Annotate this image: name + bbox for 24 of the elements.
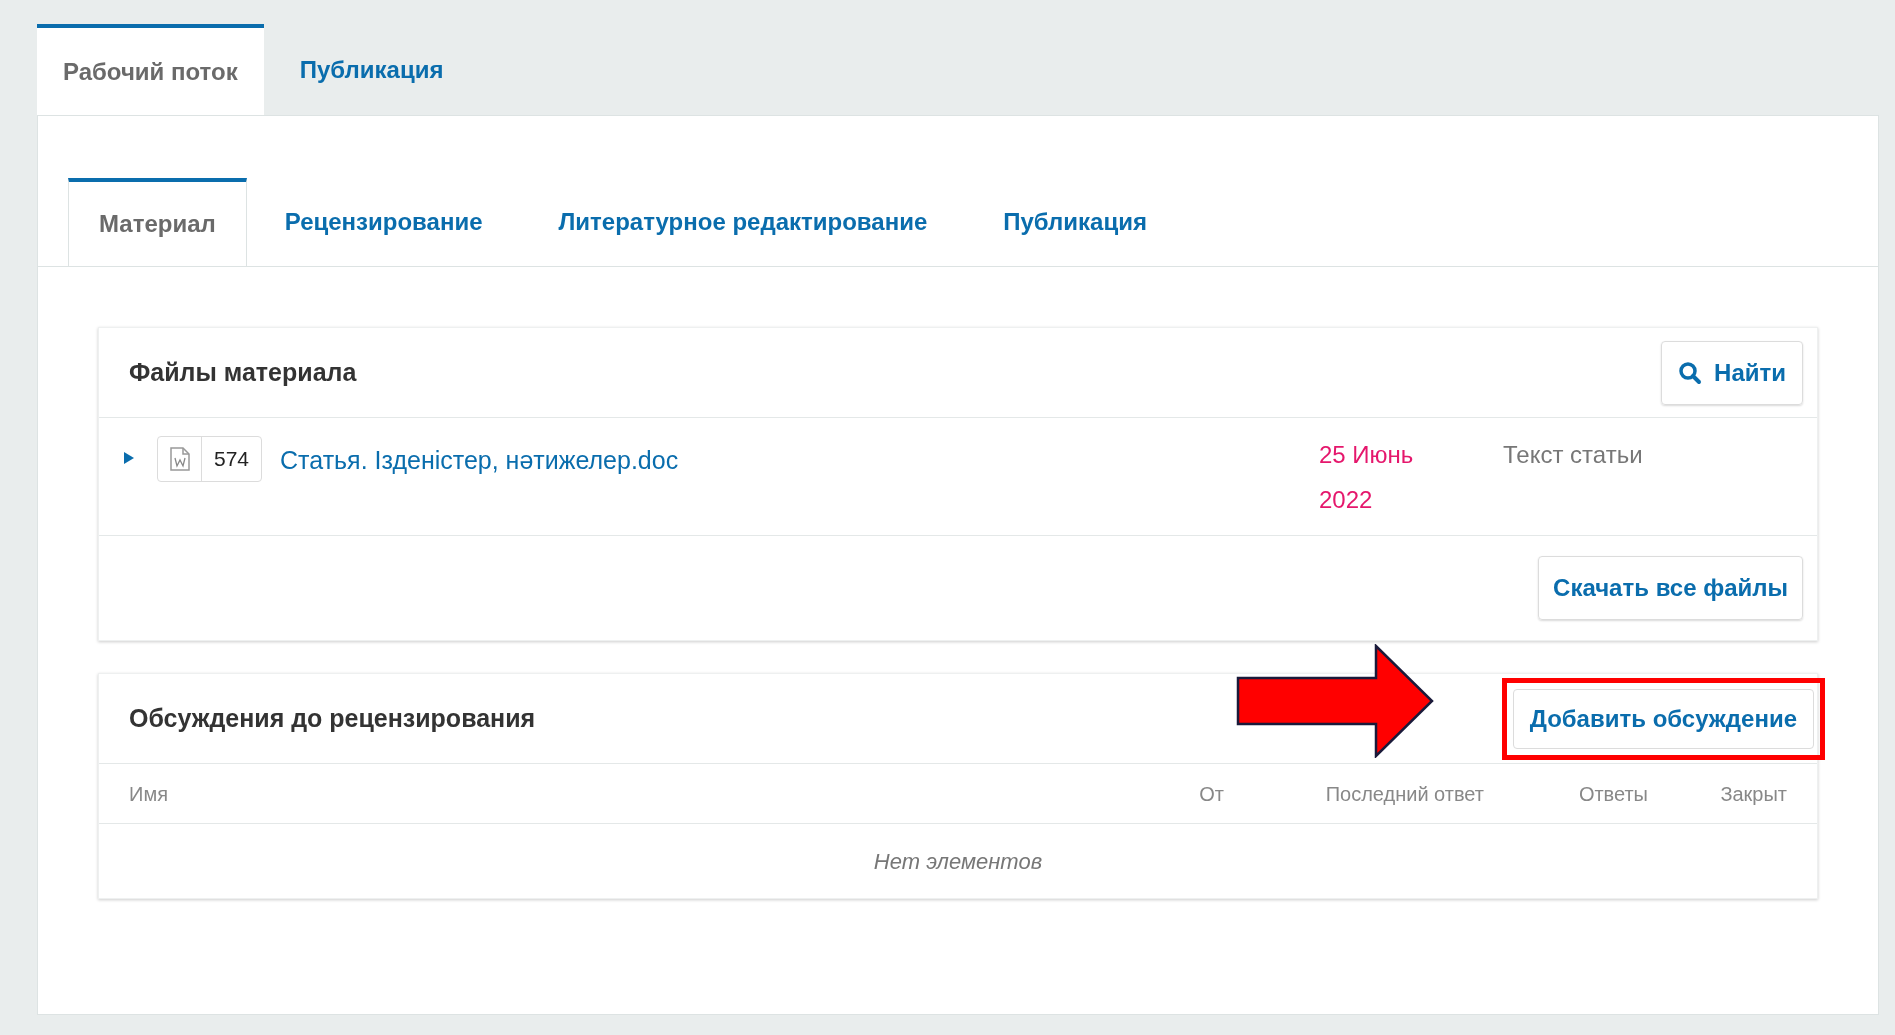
- column-header: Последний ответ: [1324, 781, 1484, 807]
- column-header: Имя: [129, 781, 169, 807]
- file-id: 574: [213, 446, 251, 473]
- file-date: 25 Июнь 2022: [1319, 440, 1415, 515]
- search-button[interactable]: Найти: [1661, 340, 1803, 405]
- column-header: Ответы: [1577, 781, 1648, 807]
- column-header: Закрыт: [1719, 781, 1787, 807]
- empty-message: Нет элементов: [873, 847, 1043, 876]
- panel-title: Обсуждения до рецензирования: [129, 702, 536, 734]
- document-icon: [169, 447, 190, 471]
- caret-icon: [123, 451, 135, 465]
- column-header: От: [1198, 781, 1224, 807]
- workflow-tab[interactable]: Рабочий поток: [37, 24, 264, 115]
- file-type: Текст статьи: [1503, 440, 1644, 470]
- stage-tab[interactable]: Рецензирование: [246, 178, 521, 266]
- panel-title: Файлы материала: [129, 356, 357, 388]
- workflow-tab[interactable]: Публикация: [263, 24, 480, 115]
- stage-tab[interactable]: Литературное редактирование: [520, 178, 966, 266]
- download-all-button[interactable]: Скачать все файлы: [1538, 556, 1803, 620]
- search-icon: [1678, 360, 1703, 385]
- file-link[interactable]: Статья. Ізденістер, нәтижелер.doc: [280, 442, 1319, 480]
- stage-tab[interactable]: Материал: [68, 178, 247, 266]
- add-discussion-button[interactable]: Добавить обсуждение: [1512, 688, 1814, 749]
- stage-tab[interactable]: Публикация: [965, 178, 1185, 266]
